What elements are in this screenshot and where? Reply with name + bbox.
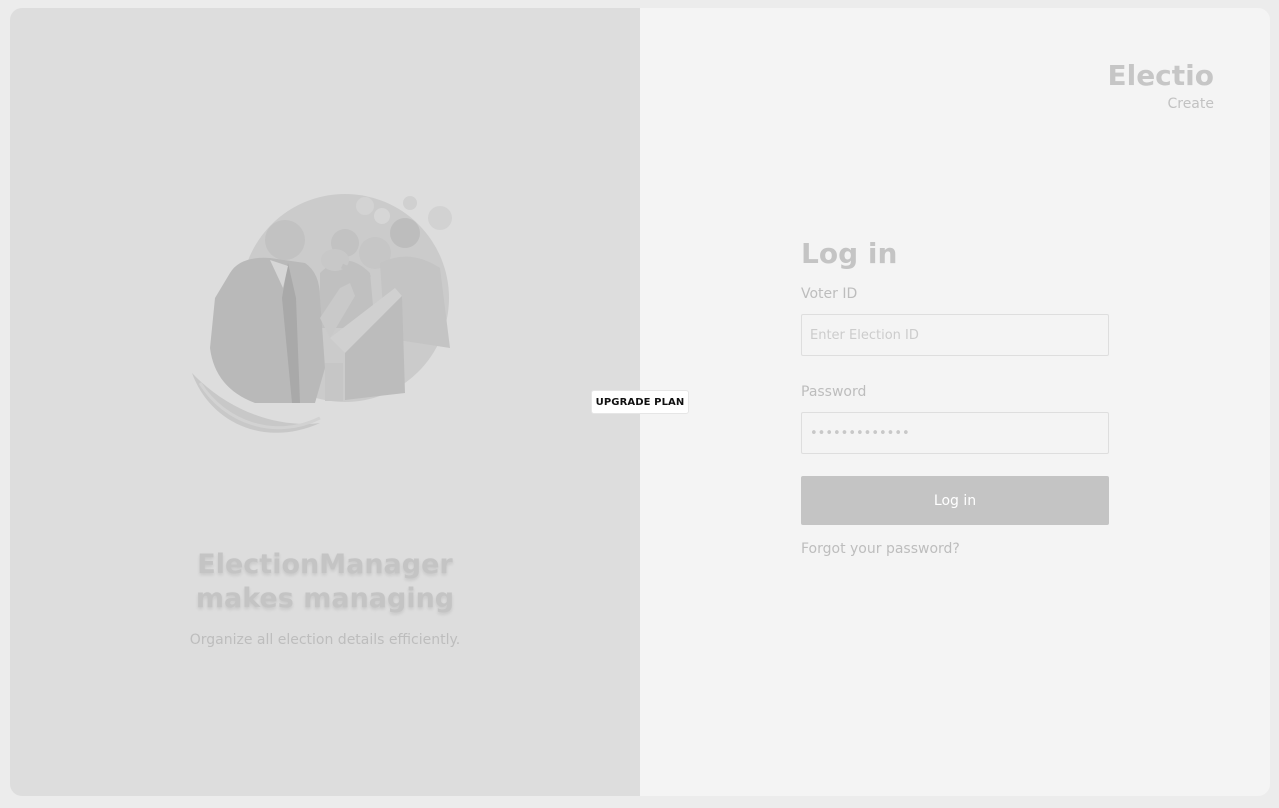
password-label: Password: [801, 384, 867, 400]
voter-id-input[interactable]: [801, 314, 1109, 356]
hero-subtitle: Organize all election details efficientl…: [189, 632, 461, 648]
hero-tagline: ElectionManager makes managing: [10, 548, 640, 616]
upgrade-plan-button[interactable]: UPGRADE PLAN: [591, 390, 689, 414]
voter-id-label: Voter ID: [801, 286, 858, 302]
login-panel: Electio Create Log in Voter ID Password …: [640, 8, 1270, 796]
brand: Electio Create: [1107, 58, 1214, 114]
password-input[interactable]: [801, 412, 1109, 454]
brand-title: Electio: [1107, 59, 1214, 92]
hero-panel: ElectionManager makes managing Organize …: [10, 8, 640, 796]
brand-subtitle: Create: [1167, 96, 1214, 112]
politician-speech-illustration: [192, 194, 452, 433]
forgot-password-link[interactable]: Forgot your password?: [801, 539, 1109, 559]
login-form: Log in Voter ID Password Log in Forgot y…: [801, 236, 1109, 559]
login-button[interactable]: Log in: [801, 476, 1109, 525]
hero-tagline-line1: ElectionManager: [197, 549, 453, 580]
login-title: Log in: [801, 237, 898, 270]
hero-tagline-line2: makes managing: [195, 583, 455, 614]
